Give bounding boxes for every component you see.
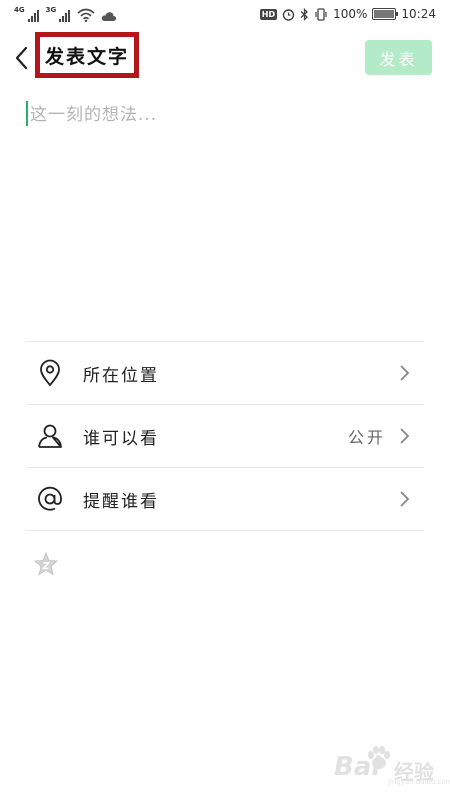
option-visibility[interactable]: 谁可以看 公开 [26, 405, 424, 468]
location-pin-icon [35, 358, 65, 388]
post-options-list: 所在位置 谁可以看 公开 提醒谁看 [26, 341, 424, 531]
page-title: 发表文字 [44, 45, 129, 68]
option-label: 谁可以看 [83, 428, 159, 449]
star-icon[interactable] [33, 551, 59, 577]
clock-time: 10:24 [401, 7, 436, 21]
wifi-icon [77, 8, 95, 22]
chevron-right-icon [400, 428, 410, 444]
network-type-label: 4G [14, 6, 25, 14]
back-button[interactable] [10, 44, 36, 72]
network-type-label-2: 3G [45, 6, 57, 14]
option-label: 提醒谁看 [83, 491, 159, 512]
option-location[interactable]: 所在位置 [26, 342, 424, 405]
hd-badge: HD [259, 8, 278, 20]
chevron-right-icon [400, 491, 410, 507]
visibility-value: 公开 [347, 428, 386, 447]
bluetooth-icon [300, 7, 309, 21]
battery-icon [372, 8, 399, 20]
at-sign-icon [35, 484, 65, 514]
publish-button[interactable]: 发表 [365, 40, 432, 75]
chevron-right-icon [400, 365, 410, 381]
option-label: 所在位置 [83, 365, 159, 386]
watermark: Bai 经验 jingyan.baidu.com [334, 742, 450, 790]
alarm-icon [282, 8, 295, 21]
vibrate-icon [315, 7, 327, 21]
signal-icon [27, 10, 39, 22]
paw-logo-icon [368, 746, 390, 769]
text-cursor [26, 101, 28, 126]
status-left: 4G 3G [14, 7, 117, 22]
watermark-url: jingyan.baidu.com [388, 778, 450, 786]
status-bar: 4G 3G HD 100% 10:24 [0, 0, 450, 30]
option-mention[interactable]: 提醒谁看 [26, 468, 424, 531]
status-right: HD 100% 10:24 [259, 7, 436, 21]
person-icon [35, 421, 65, 451]
signal-icon-2 [59, 10, 71, 22]
cloud-icon [102, 12, 117, 21]
post-text-input[interactable]: 这一刻的想法... [30, 100, 157, 125]
page-title-highlight: 发表文字 [35, 32, 139, 78]
battery-percent: 100% [333, 7, 368, 21]
